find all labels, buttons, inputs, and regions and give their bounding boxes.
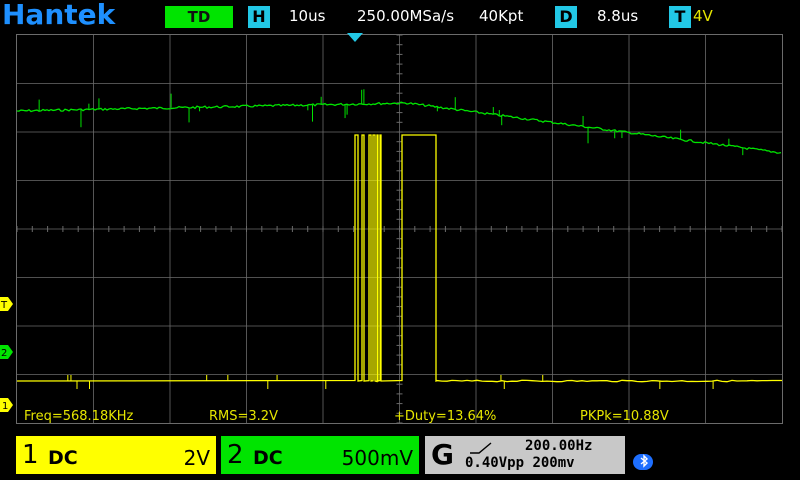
ch2-marker-label: 2	[1, 348, 7, 359]
sample-rate-value: 250.00MSa/s	[357, 7, 455, 25]
pkpk-measurement: PKPk=10.88V	[580, 409, 669, 424]
brand-logo: Hantek	[2, 0, 116, 31]
horizontal-icon[interactable]: H	[248, 6, 270, 28]
ch1-marker-label: 1	[2, 401, 8, 412]
generator-settings[interactable]: G 200.00Hz 0.40Vpp 200mv	[425, 436, 625, 474]
trigger-marker-label: T	[0, 300, 8, 311]
top-status-bar: Hantek TD H 10us 250.00MSa/s 40Kpt D 8.8…	[0, 0, 800, 32]
ch1-number: 1	[22, 440, 39, 470]
timebase-value[interactable]: 10us	[289, 7, 325, 25]
ch2-number: 2	[227, 440, 244, 470]
generator-offset: 200mv	[532, 455, 575, 471]
generator-frequency: 200.00Hz	[525, 438, 593, 454]
ch1-settings[interactable]: 1 DC 2V	[16, 436, 216, 474]
mode-badge[interactable]: TD	[165, 6, 233, 28]
frequency-measurement: Freq=568.18KHz	[24, 409, 134, 424]
generator-amp-offset: 0.40Vpp 200mv	[465, 455, 575, 471]
graticule	[17, 35, 782, 423]
memory-depth-value[interactable]: 40Kpt	[479, 7, 523, 25]
delay-value[interactable]: 8.8us	[597, 7, 638, 25]
rms-measurement: RMS=3.2V	[209, 409, 278, 424]
ch2-settings[interactable]: 2 DC 500mV	[221, 436, 419, 474]
delay-icon[interactable]: D	[555, 6, 577, 28]
trigger-level-marker[interactable]: T	[0, 297, 14, 311]
generator-amplitude: 0.40Vpp	[465, 455, 525, 471]
ch2-waveform	[17, 101, 782, 154]
ramp-wave-icon	[470, 442, 492, 454]
ch2-coupling: DC	[253, 447, 283, 469]
ch1-coupling: DC	[48, 447, 78, 469]
generator-label: G	[431, 438, 454, 471]
ch1-scale: 2V	[183, 446, 210, 470]
ch2-scale: 500mV	[341, 446, 413, 470]
waveform-screen[interactable]	[16, 34, 783, 424]
ch1-offset-marker[interactable]: 1	[0, 398, 14, 412]
trigger-position-icon[interactable]	[346, 33, 364, 43]
ch2-offset-marker[interactable]: 2	[0, 345, 14, 359]
trigger-level-value[interactable]: 4V	[693, 7, 713, 25]
bluetooth-icon[interactable]	[633, 453, 655, 471]
waveform-display	[17, 35, 782, 423]
duty-measurement: +Duty=13.64%	[394, 409, 497, 424]
trigger-icon[interactable]: T	[669, 6, 691, 28]
ch2-noise-spikes	[38, 89, 744, 156]
